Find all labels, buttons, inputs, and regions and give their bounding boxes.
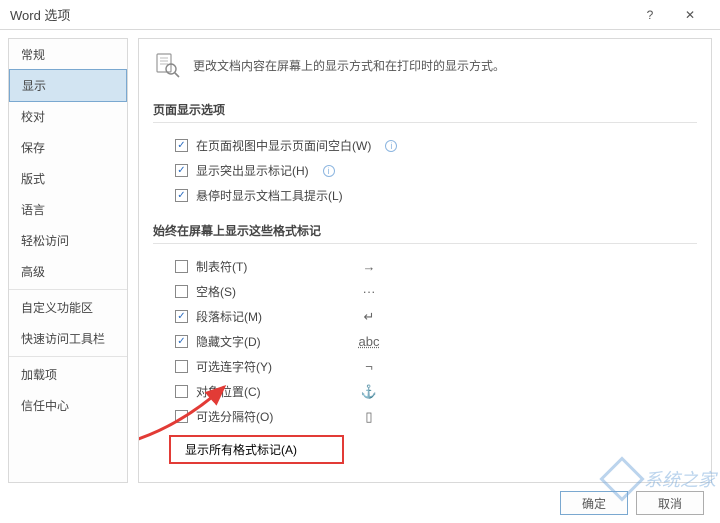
content-pane: 更改文档内容在屏幕上的显示方式和在打印时的显示方式。 页面显示选项 在页面视图中… [138,38,712,483]
glyph-icon: ··· [354,284,384,299]
glyph-icon: ▯ [354,409,384,425]
content-headline: 更改文档内容在屏幕上的显示方式和在打印时的显示方式。 [193,57,505,74]
sidebar-item-display[interactable]: 显示 [9,69,127,102]
sidebar-separator [9,356,127,357]
glyph-icon: abc [354,334,384,349]
option-label: 制表符(T) [196,258,296,275]
option-label: 空格(S) [196,283,296,300]
checkbox-icon[interactable] [175,410,188,423]
option-label: 悬停时显示文档工具提示(L) [196,187,343,204]
sidebar-item-general[interactable]: 常规 [9,39,127,70]
option-label: 显示所有格式标记(A) [185,441,297,458]
page-magnifier-icon [153,51,181,79]
sidebar-item-customize-ribbon[interactable]: 自定义功能区 [9,292,127,323]
ok-button[interactable]: 确定 [560,491,628,515]
checkbox-icon[interactable] [175,385,188,398]
sidebar-item-trust[interactable]: 信任中心 [9,390,127,421]
close-button[interactable]: ✕ [670,1,710,29]
option-label: 可选连字符(Y) [196,358,296,375]
opt-optional-hyphen[interactable]: 可选连字符(Y) ¬ [153,354,697,379]
info-icon[interactable]: i [323,165,335,177]
option-label: 隐藏文字(D) [196,333,296,350]
glyph-icon: ¬ [354,359,384,374]
checkbox-icon[interactable] [175,189,188,202]
opt-spaces[interactable]: 空格(S) ··· [153,279,697,304]
option-label: 段落标记(M) [196,308,296,325]
checkbox-icon[interactable] [175,360,188,373]
sidebar-separator [9,289,127,290]
glyph-icon: ⚓ [354,384,384,400]
checkbox-icon[interactable] [175,260,188,273]
section-format-marks-title: 始终在屏幕上显示这些格式标记 [153,218,697,244]
sidebar-item-ease[interactable]: 轻松访问 [9,225,127,256]
checkbox-icon[interactable] [175,139,188,152]
section-page-display-title: 页面显示选项 [153,97,697,123]
sidebar-item-advanced[interactable]: 高级 [9,256,127,287]
option-label: 可选分隔符(O) [196,408,296,425]
glyph-icon: → [354,259,384,274]
window-title: Word 选项 [10,5,630,24]
opt-hidden-text[interactable]: 隐藏文字(D) abc [153,329,697,354]
opt-show-highlight[interactable]: 显示突出显示标记(H) i [153,158,697,183]
checkbox-icon[interactable] [175,285,188,298]
titlebar: Word 选项 ? ✕ [0,0,720,30]
option-label: 显示突出显示标记(H) [196,162,309,179]
opt-tabs[interactable]: 制表符(T) → [153,254,697,279]
option-label: 在页面视图中显示页面间空白(W) [196,137,371,154]
opt-object-anchor[interactable]: 对象位置(C) ⚓ [153,379,697,404]
opt-paragraph[interactable]: 段落标记(M) ↵ [153,304,697,329]
checkbox-icon[interactable] [175,335,188,348]
content-header: 更改文档内容在屏幕上的显示方式和在打印时的显示方式。 [153,51,697,79]
sidebar-item-save[interactable]: 保存 [9,132,127,163]
sidebar-item-proofing[interactable]: 校对 [9,101,127,132]
checkbox-icon[interactable] [175,310,188,323]
help-button[interactable]: ? [630,1,670,29]
opt-show-tooltips[interactable]: 悬停时显示文档工具提示(L) [153,183,697,208]
opt-optional-break[interactable]: 可选分隔符(O) ▯ [153,404,697,429]
opt-show-whitespace[interactable]: 在页面视图中显示页面间空白(W) i [153,133,697,158]
sidebar-item-addins[interactable]: 加载项 [9,359,127,390]
info-icon[interactable]: i [385,140,397,152]
glyph-icon: ↵ [354,309,384,325]
option-label: 对象位置(C) [196,383,296,400]
section-print-title: 打印选项 [153,478,697,483]
opt-show-all-marks-highlighted[interactable]: 显示所有格式标记(A) [169,435,344,464]
sidebar-item-layout[interactable]: 版式 [9,163,127,194]
dialog-footer: 确定 取消 [0,483,720,523]
main-area: 常规 显示 校对 保存 版式 语言 轻松访问 高级 自定义功能区 快速访问工具栏… [0,30,720,483]
category-sidebar: 常规 显示 校对 保存 版式 语言 轻松访问 高级 自定义功能区 快速访问工具栏… [8,38,128,483]
sidebar-item-qat[interactable]: 快速访问工具栏 [9,323,127,354]
checkbox-icon[interactable] [175,164,188,177]
cancel-button[interactable]: 取消 [636,491,704,515]
sidebar-item-language[interactable]: 语言 [9,194,127,225]
